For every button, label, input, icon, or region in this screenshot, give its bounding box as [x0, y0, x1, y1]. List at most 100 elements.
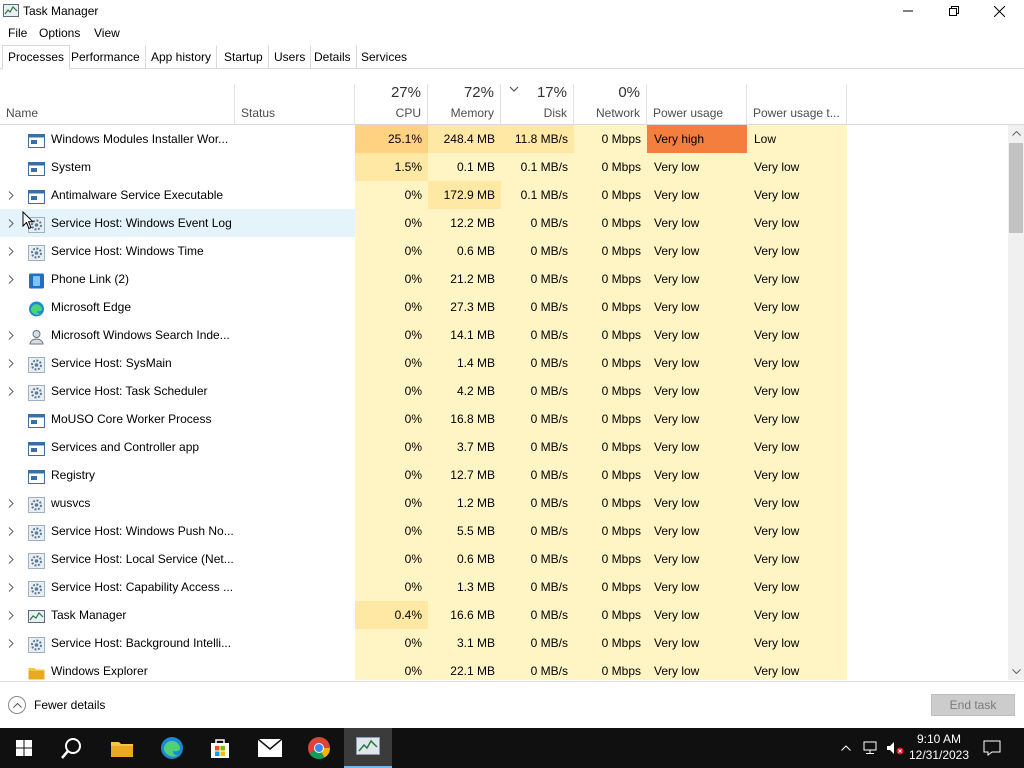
header-power-usage[interactable]: Power usage: [647, 84, 747, 124]
tab-users[interactable]: Users: [268, 45, 312, 69]
expand-chevron-icon[interactable]: [8, 359, 14, 368]
taskbar-store[interactable]: [196, 728, 244, 768]
process-row[interactable]: System 1.5% 0.1 MB 0.1 MB/s 0 Mbps Very low Ve…: [0, 153, 1008, 181]
tab-performance[interactable]: Performance: [65, 45, 146, 69]
process-row[interactable]: Phone Link (2) 0% 21.2 MB 0 MB/s 0 Mbps Very …: [0, 265, 1008, 293]
process-row[interactable]: Service Host: SysMain 0% 1.4 MB 0 MB/s 0 Mbp…: [0, 349, 1008, 377]
window-icon: [28, 467, 45, 484]
process-name: System: [51, 160, 92, 174]
process-row[interactable]: Microsoft Windows Search Inde... 0% 14.1 M…: [0, 321, 1008, 349]
process-row[interactable]: Antimalware Service Executable 0% 172.9 MB…: [0, 181, 1008, 209]
process-row[interactable]: Service Host: Windows Time 0% 0.6 MB 0 MB/s…: [0, 237, 1008, 265]
taskbar-edge[interactable]: [148, 728, 196, 768]
gear-icon: [28, 635, 45, 653]
expand-chevron-icon[interactable]: [8, 219, 14, 228]
process-network-cell: 0 Mbps: [574, 293, 647, 321]
expand-chevron-icon[interactable]: [8, 639, 14, 648]
process-status-cell: [235, 657, 355, 680]
process-row[interactable]: Service Host: Windows Event Log 0% 12.2 MB…: [0, 209, 1008, 237]
header-disk[interactable]: 17% Disk: [501, 84, 574, 124]
process-cpu-cell: 0%: [355, 349, 428, 377]
expand-chevron-icon[interactable]: [8, 387, 14, 396]
header-status[interactable]: Status: [235, 84, 355, 124]
process-name-cell: Service Host: Windows Push No...: [0, 517, 235, 545]
tab-app-history[interactable]: App history: [145, 45, 218, 69]
process-disk-cell: 0 MB/s: [501, 629, 574, 657]
taskbar-file-explorer[interactable]: [98, 728, 146, 768]
minimize-button[interactable]: [885, 0, 931, 22]
menu-options[interactable]: Options: [39, 26, 80, 40]
process-row[interactable]: Service Host: Background Intelli... 0% 3.1…: [0, 629, 1008, 657]
start-button[interactable]: [0, 728, 48, 768]
process-row[interactable]: Service Host: Capability Access ... 0% 1.3…: [0, 573, 1008, 601]
process-network-cell: 0 Mbps: [574, 265, 647, 293]
header-memory-label: Memory: [450, 106, 494, 120]
process-power-cell: Very low: [647, 237, 747, 265]
header-memory[interactable]: 72% Memory: [428, 84, 501, 124]
process-row[interactable]: Microsoft Edge 0% 27.3 MB 0 MB/s 0 Mbps Very …: [0, 293, 1008, 321]
process-row[interactable]: Task Manager 0.4% 16.6 MB 0 MB/s 0 Mbps Very …: [0, 601, 1008, 629]
menu-view[interactable]: View: [94, 26, 120, 40]
process-row[interactable]: wusvcs 0% 1.2 MB 0 MB/s 0 Mbps Very low Very l…: [0, 489, 1008, 517]
expand-chevron-icon[interactable]: [8, 191, 14, 200]
network-tray-button[interactable]: [860, 728, 882, 768]
header-name-label: Name: [6, 106, 39, 120]
taskbar-task-manager[interactable]: [344, 728, 392, 768]
taskbar-mail[interactable]: [246, 728, 294, 768]
process-memory-cell: 1.4 MB: [428, 349, 501, 377]
expand-chevron-icon[interactable]: [8, 555, 14, 564]
process-name-cell: Service Host: Task Scheduler: [0, 377, 235, 405]
store-icon: [211, 739, 229, 758]
process-row[interactable]: Registry 0% 12.7 MB 0 MB/s 0 Mbps Very low Ver…: [0, 461, 1008, 489]
taskbar-chrome[interactable]: [295, 728, 343, 768]
process-cpu-cell: 0%: [355, 181, 428, 209]
header-name[interactable]: Name: [0, 84, 235, 124]
process-name: Service Host: SysMain: [51, 356, 172, 370]
expand-chevron-icon[interactable]: [8, 331, 14, 340]
process-disk-cell: 0.1 MB/s: [501, 181, 574, 209]
scroll-thumb[interactable]: [1009, 143, 1023, 233]
tab-startup[interactable]: Startup: [218, 45, 269, 69]
header-power-trend[interactable]: Power usage t...: [747, 84, 847, 124]
process-cpu-cell: 0%: [355, 377, 428, 405]
start-icon: [16, 740, 32, 756]
scroll-down-button[interactable]: [1008, 663, 1024, 680]
process-power-cell: Very low: [647, 153, 747, 181]
fewer-details-button[interactable]: Fewer details: [8, 695, 105, 715]
process-cpu-cell: 0%: [355, 209, 428, 237]
process-name: Service Host: Local Service (Net...: [51, 552, 234, 566]
process-row[interactable]: MoUSO Core Worker Process 0% 16.8 MB 0 MB/s…: [0, 405, 1008, 433]
process-power-cell: Very low: [647, 601, 747, 629]
expand-chevron-icon[interactable]: [8, 275, 14, 284]
process-row[interactable]: Service Host: Local Service (Net... 0% 0.6…: [0, 545, 1008, 573]
expand-chevron-icon[interactable]: [8, 247, 14, 256]
expand-chevron-icon[interactable]: [8, 611, 14, 620]
tab-processes[interactable]: Processes: [2, 45, 71, 70]
header-network[interactable]: 0% Network: [574, 84, 647, 124]
process-status-cell: [235, 153, 355, 181]
process-power-cell: Very low: [647, 517, 747, 545]
expand-chevron-icon[interactable]: [8, 527, 14, 536]
close-button[interactable]: [976, 0, 1022, 22]
menu-file[interactable]: File: [8, 26, 27, 40]
process-cpu-cell: 25.1%: [355, 125, 428, 153]
process-row[interactable]: Windows Modules Installer Wor... 25.1% 248…: [0, 125, 1008, 153]
taskbar-clock[interactable]: 9:10 AM 12/31/2023: [897, 731, 981, 763]
tab-details[interactable]: Details: [308, 45, 357, 69]
process-row[interactable]: Windows Explorer 0% 22.1 MB 0 MB/s 0 Mbps Ver…: [0, 657, 1008, 680]
taskbar-search-button[interactable]: [48, 728, 96, 768]
process-row[interactable]: Service Host: Task Scheduler 0% 4.2 MB 0 MB…: [0, 377, 1008, 405]
end-task-button[interactable]: End task: [931, 694, 1015, 716]
tab-services[interactable]: Services: [355, 45, 413, 69]
process-memory-cell: 14.1 MB: [428, 321, 501, 349]
restore-button[interactable]: [931, 0, 977, 22]
notifications-button[interactable]: [979, 728, 1005, 768]
scroll-up-button[interactable]: [1008, 125, 1024, 142]
expand-chevron-icon[interactable]: [8, 583, 14, 592]
vertical-scrollbar[interactable]: [1008, 125, 1024, 680]
process-row[interactable]: Service Host: Windows Push No... 0% 5.5 MB…: [0, 517, 1008, 545]
show-hidden-icons-button[interactable]: [836, 728, 856, 768]
header-cpu[interactable]: 27% CPU: [355, 84, 428, 124]
expand-chevron-icon[interactable]: [8, 499, 14, 508]
process-row[interactable]: Services and Controller app 0% 3.7 MB 0 MB/…: [0, 433, 1008, 461]
